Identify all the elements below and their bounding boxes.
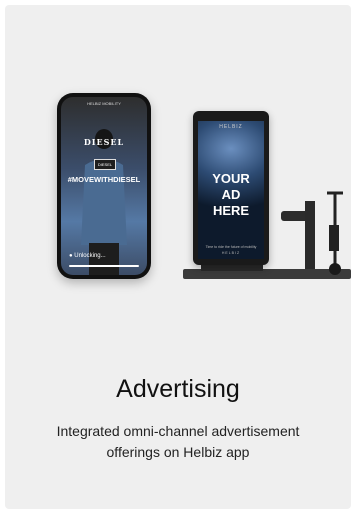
charging-rack-post bbox=[305, 201, 315, 269]
headline-line-1: YOUR bbox=[212, 171, 250, 186]
lock-icon: ● bbox=[69, 253, 73, 259]
phone-screen: HELBIZ MOBILITY DIESEL DIESEL #MOVEWITHD… bbox=[61, 97, 147, 275]
hero-illustration: HELBIZ MOBILITY DIESEL DIESEL #MOVEWITHD… bbox=[5, 5, 351, 315]
section-title: Advertising bbox=[116, 375, 240, 403]
kiosk-brand-label: HELBIZ bbox=[219, 124, 243, 130]
headline-line-2: AD bbox=[221, 187, 241, 202]
scooter-icon bbox=[327, 191, 343, 275]
unlocking-status: ● Unlocking... bbox=[69, 253, 106, 259]
ad-kiosk: HELBIZ YOUR AD HERE Time to ride the fut… bbox=[193, 111, 269, 265]
unlocking-label: Unlocking... bbox=[74, 253, 106, 259]
phone-hashtag: #MOVEWITHDIESEL bbox=[67, 175, 141, 184]
headline-line-3: HERE bbox=[212, 203, 250, 218]
section-description: Integrated omni-channel advertisement of… bbox=[56, 423, 300, 460]
kiosk-fine-print: Time to ride the future of mobility bbox=[205, 245, 257, 249]
phone-brand-logo: DIESEL bbox=[83, 137, 125, 147]
advertising-card: HELBIZ MOBILITY DIESEL DIESEL #MOVEWITHD… bbox=[5, 5, 351, 509]
jacket-patch: DIESEL bbox=[94, 159, 116, 170]
kiosk-headline: YOUR AD HERE bbox=[198, 171, 264, 219]
kiosk-fine-print-brand: HELBIZ bbox=[221, 251, 241, 255]
phone-mockup: HELBIZ MOBILITY DIESEL DIESEL #MOVEWITHD… bbox=[57, 93, 151, 279]
home-indicator bbox=[69, 265, 139, 267]
kiosk-screen: HELBIZ YOUR AD HERE Time to ride the fut… bbox=[198, 121, 264, 259]
phone-status-text: HELBIZ MOBILITY bbox=[87, 101, 121, 106]
